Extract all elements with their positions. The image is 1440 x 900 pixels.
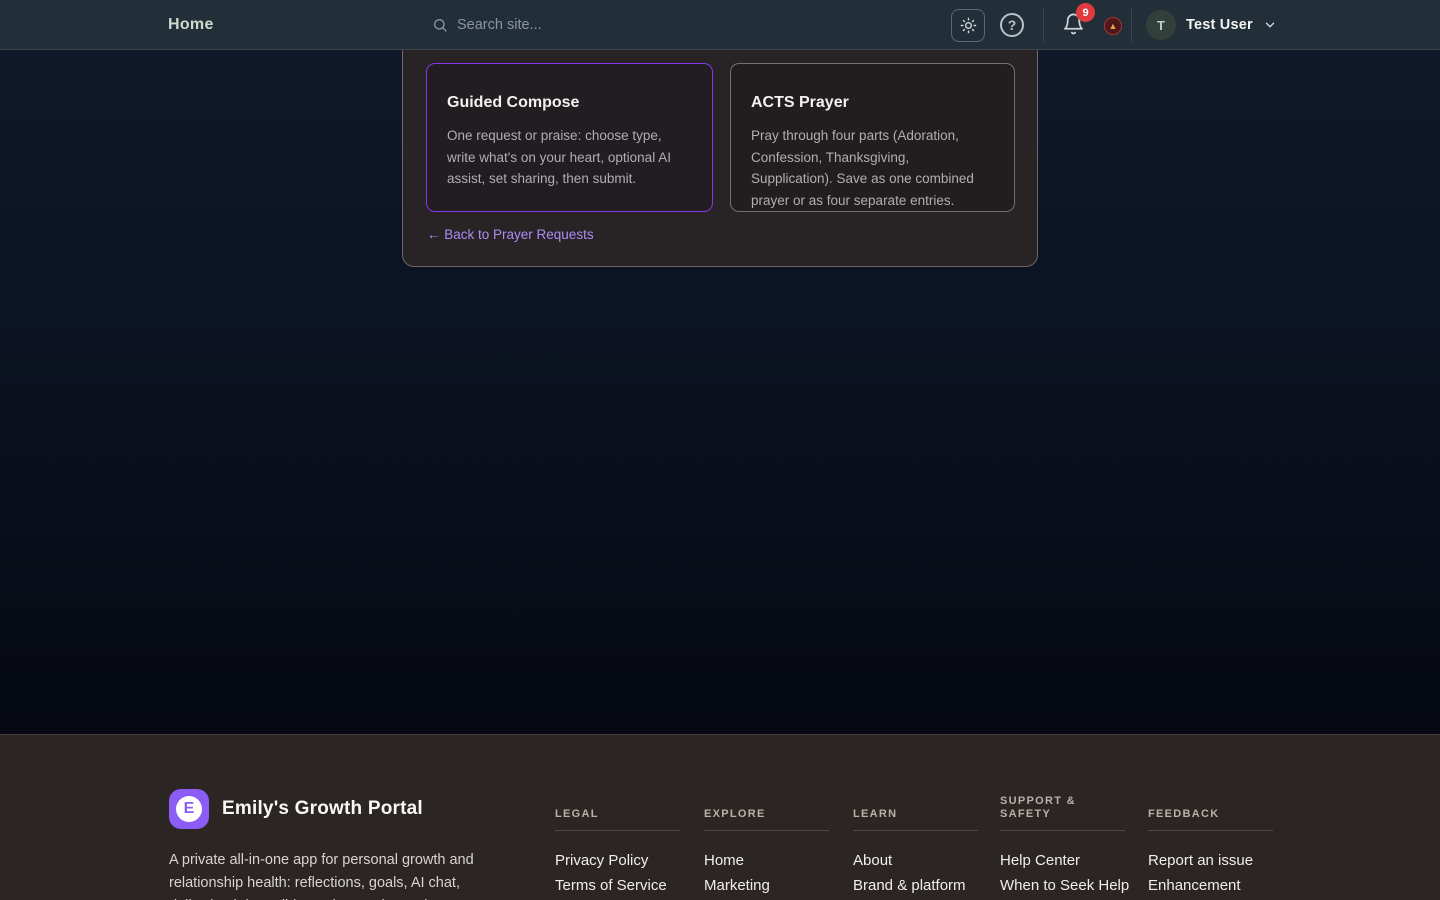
footer-column-feedback: FEEDBACK Report an issue Enhancement req… xyxy=(1148,791,1278,900)
brand-logo-icon: E xyxy=(169,789,209,829)
footer-column-rule xyxy=(704,830,829,831)
footer-column-heading: LEGAL xyxy=(555,791,685,821)
notifications-button[interactable]: 9 xyxy=(1062,12,1088,40)
footer: E Emily's Growth Portal A private all-in… xyxy=(0,734,1440,900)
alert-status-icon[interactable]: ▲ xyxy=(1104,17,1122,35)
option-guided-compose[interactable]: Guided Compose One request or praise: ch… xyxy=(426,63,713,212)
avatar: T xyxy=(1146,10,1176,40)
footer-column-rule xyxy=(1148,830,1273,831)
footer-column-rule xyxy=(555,830,680,831)
top-nav: Home ? 9 ▲ T Test User xyxy=(0,0,1440,50)
help-icon[interactable]: ? xyxy=(1000,13,1024,37)
user-menu[interactable]: T Test User xyxy=(1146,10,1277,40)
user-name: Test User xyxy=(1186,17,1253,33)
footer-brand: E Emily's Growth Portal xyxy=(169,789,423,829)
footer-link-terms-of-service[interactable]: Terms of Service xyxy=(555,873,685,898)
chevron-down-icon xyxy=(1263,18,1277,32)
footer-link-enhancement-request[interactable]: Enhancement request xyxy=(1148,873,1278,900)
footer-link-about[interactable]: About xyxy=(853,848,983,873)
footer-column-heading: FEEDBACK xyxy=(1148,791,1278,821)
search-icon xyxy=(432,17,448,33)
footer-column-heading: SUPPORT & SAFETY xyxy=(1000,791,1130,821)
footer-link-report-an-issue[interactable]: Report an issue xyxy=(1148,848,1278,873)
footer-link-help-center[interactable]: Help Center xyxy=(1000,848,1130,873)
footer-column-rule xyxy=(1000,830,1125,831)
footer-column-heading: EXPLORE xyxy=(704,791,834,821)
footer-column-explore: EXPLORE Home Marketing xyxy=(704,791,834,898)
footer-link-when-to-seek-help[interactable]: When to Seek Help xyxy=(1000,873,1130,898)
nav-divider xyxy=(1043,7,1044,43)
footer-column-heading: LEARN xyxy=(853,791,983,821)
site-search[interactable] xyxy=(432,12,732,38)
footer-column-legal: LEGAL Privacy Policy Terms of Service xyxy=(555,791,685,898)
footer-column-learn: LEARN About Brand & platform vision xyxy=(853,791,983,900)
option-title: ACTS Prayer xyxy=(751,94,994,112)
option-title: Guided Compose xyxy=(447,94,692,112)
option-acts-prayer[interactable]: ACTS Prayer Pray through four parts (Ado… xyxy=(730,63,1015,212)
brand-logo-letter: E xyxy=(176,796,202,822)
footer-column-rule xyxy=(853,830,978,831)
footer-link-marketing[interactable]: Marketing xyxy=(704,873,834,898)
notification-badge: 9 xyxy=(1076,3,1095,22)
prayer-compose-chooser: Guided Compose One request or praise: ch… xyxy=(402,30,1038,267)
footer-link-brand-platform-vision[interactable]: Brand & platform vision xyxy=(853,873,983,900)
nav-divider xyxy=(1131,7,1132,43)
page-title: Home xyxy=(168,16,214,34)
footer-column-support-safety: SUPPORT & SAFETY Help Center When to See… xyxy=(1000,791,1130,898)
option-description: Pray through four parts (Adoration, Conf… xyxy=(751,125,994,211)
footer-link-home[interactable]: Home xyxy=(704,848,834,873)
option-description: One request or praise: choose type, writ… xyxy=(447,125,692,190)
brand-name: Emily's Growth Portal xyxy=(222,798,423,820)
sun-icon xyxy=(960,17,977,34)
brand-description: A private all-in-one app for personal gr… xyxy=(169,849,484,900)
search-input[interactable] xyxy=(457,17,707,33)
footer-link-privacy-policy[interactable]: Privacy Policy xyxy=(555,848,685,873)
theme-toggle-button[interactable] xyxy=(951,9,985,42)
back-to-prayer-requests-link[interactable]: ← Back to Prayer Requests xyxy=(427,227,594,242)
